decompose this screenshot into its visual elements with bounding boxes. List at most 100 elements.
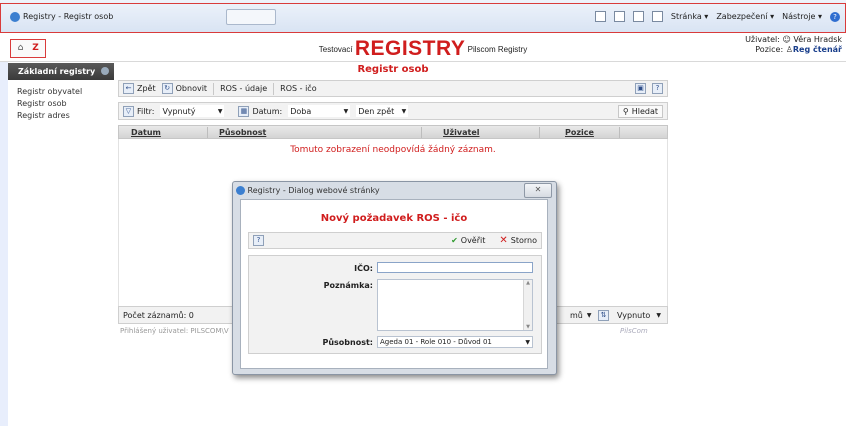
refresh-icon: ↻: [161, 83, 173, 94]
page-title: Registr osob: [357, 64, 429, 75]
browser-tab-title: Registry - Registr osob: [23, 12, 114, 21]
new-tab-button[interactable]: [226, 9, 276, 25]
auto-refresh-value: Vypnuto: [617, 310, 651, 320]
brand-title: REGISTRY: [354, 37, 466, 60]
date-label: ▦ Datum:: [238, 105, 283, 117]
page-size-value: mů: [570, 310, 583, 320]
search-label: Hledat: [631, 106, 658, 116]
page-size-select[interactable]: mů ▼: [568, 309, 592, 321]
filter-icon: ▽: [123, 105, 134, 117]
role-name[interactable]: Reg čtenář: [793, 45, 842, 54]
binoculars-icon: ⚲: [622, 106, 629, 116]
column-header-pusobnost[interactable]: Působnost: [219, 128, 266, 137]
back-arrow-icon: ←: [123, 83, 134, 94]
cancel-label: Storno: [510, 236, 537, 245]
user-label: Uživatel:: [745, 35, 780, 44]
ico-label: IČO:: [354, 264, 373, 273]
home-icon[interactable]: [594, 11, 606, 22]
brand-suffix: Pilscom Registry: [467, 45, 528, 54]
scroll-up-icon[interactable]: ▲: [524, 280, 532, 286]
back-button[interactable]: ← Zpět: [123, 83, 156, 94]
divider: [273, 82, 275, 95]
dialog-heading: Nový požadavek ROS - ičo: [320, 213, 468, 224]
login-info: Přihlášený uživatel: PILSCOM\V: [120, 327, 229, 335]
browser-command-bar: Stránka ▾ Zabezpečení ▾ Nástroje ▾ ?: [594, 11, 840, 22]
date-value: Doba: [290, 106, 312, 116]
browser-logo-icon: [236, 186, 245, 195]
refresh-button[interactable]: ↻ Obnovit: [161, 83, 208, 94]
footer-brand: PilsCom: [620, 327, 648, 335]
back-label: Zpět: [137, 84, 156, 93]
column-header-datum[interactable]: Datum: [131, 128, 161, 137]
help-icon[interactable]: ?: [830, 11, 840, 22]
menu-page[interactable]: Stránka ▾: [671, 12, 708, 21]
column-divider: [207, 127, 208, 138]
ico-input[interactable]: [377, 262, 533, 273]
sidebar-header[interactable]: Základní registry: [8, 63, 114, 80]
export-icon[interactable]: ▣: [635, 83, 646, 94]
brand-prefix: Testovací: [318, 45, 353, 54]
filter-label-text: Filtr:: [137, 106, 155, 116]
role-label: Pozice:: [755, 45, 784, 54]
chevron-down-icon: ▼: [217, 107, 223, 115]
filter-bar: ▽ Filtr: Vypnutý ▼ ▦ Datum: Doba ▼ Den zpět ▼…: [118, 102, 668, 120]
verify-button[interactable]: ✔ Ověřit: [451, 236, 485, 245]
close-button[interactable]: ✕: [524, 183, 552, 198]
mail-icon[interactable]: [632, 11, 644, 22]
note-textarea[interactable]: ▲ ▼: [377, 279, 533, 331]
close-icon: ✕: [534, 185, 542, 194]
search-button[interactable]: ⚲ Hledat: [617, 104, 663, 118]
menu-tools[interactable]: Nástroje ▾: [782, 12, 822, 21]
period-value: Den zpět: [358, 106, 395, 116]
sidebar-item-registr-obyvatel[interactable]: Registr obyvatel: [17, 87, 82, 96]
filter-select[interactable]: Vypnutý ▼: [160, 105, 225, 117]
date-select[interactable]: Doba ▼: [288, 105, 351, 117]
app-brand: Testovací REGISTRY Pilscom Registry: [0, 37, 846, 61]
dialog-toolbar: ? ✔ Ověřit ✕ Storno: [248, 232, 542, 249]
auto-refresh-select[interactable]: Vypnuto ▼: [615, 309, 663, 321]
sidebar-item-registr-adres[interactable]: Registr adres: [17, 111, 70, 120]
menu-security[interactable]: Zabezpečení ▾: [716, 12, 774, 21]
scrollbar[interactable]: ▲ ▼: [523, 280, 532, 330]
date-label-text: Datum:: [252, 106, 283, 116]
checkmark-icon: ✔: [451, 236, 458, 245]
auto-refresh-icon: ⇅: [598, 309, 609, 321]
role-icon: ♙: [785, 45, 793, 54]
dialog-titlebar[interactable]: Registry - Dialog webové stránky: [236, 186, 380, 195]
scope-value: Ageda 01 - Role 010 - Důvod 01: [380, 338, 492, 346]
column-header-uzivatel[interactable]: Uživatel: [443, 128, 480, 137]
user-icon: ☺: [782, 35, 791, 44]
chevron-down-icon: ▼: [586, 311, 592, 319]
ros-udaje-button[interactable]: ROS - údaje: [220, 84, 267, 93]
chevron-down-icon: ▼: [343, 107, 349, 115]
filter-label: ▽ Filtr:: [123, 105, 155, 117]
user-name[interactable]: Věra Hradsk: [793, 35, 842, 44]
browser-logo-icon: [10, 11, 20, 22]
empty-message: Tomuto zobrazení neodpovídá žádný záznam…: [290, 145, 496, 155]
help-icon[interactable]: ?: [253, 235, 264, 246]
chevron-down-icon: ▼: [525, 338, 530, 346]
ros-ico-label: ROS - ičo: [280, 84, 317, 93]
help-icon[interactable]: ?: [652, 83, 663, 94]
scroll-down-icon[interactable]: ▼: [524, 324, 532, 330]
column-header-pozice[interactable]: Pozice: [565, 128, 594, 137]
sidebar-item-registr-osob[interactable]: Registr osob: [17, 99, 67, 108]
grid-header: Datum Působnost Uživatel Pozice: [118, 125, 668, 139]
column-divider: [619, 127, 620, 138]
refresh-label: Obnovit: [175, 84, 208, 93]
filter-value: Vypnutý: [162, 106, 196, 116]
collapse-icon[interactable]: [101, 67, 109, 75]
column-divider: [421, 127, 422, 138]
scope-select[interactable]: Ageda 01 - Role 010 - Důvod 01 ▼: [377, 336, 533, 348]
main-toolbar: ← Zpět ↻ Obnovit ROS - údaje ROS - ičo ▣ ?: [118, 80, 668, 97]
cancel-button[interactable]: ✕ Storno: [499, 235, 537, 246]
ros-ico-button[interactable]: ROS - ičo: [280, 84, 316, 93]
close-icon: ✕: [499, 235, 508, 246]
print-icon[interactable]: [651, 11, 663, 22]
browser-tab[interactable]: Registry - Registr osob: [10, 10, 120, 24]
chevron-down-icon: ▼: [401, 107, 407, 115]
period-select[interactable]: Den zpět ▼: [356, 105, 409, 117]
dialog-title: Registry - Dialog webové stránky: [247, 186, 380, 195]
feeds-icon[interactable]: [613, 11, 625, 22]
user-info: Uživatel: ☺ Věra Hradsk Pozice: ♙Reg čte…: [745, 35, 842, 55]
